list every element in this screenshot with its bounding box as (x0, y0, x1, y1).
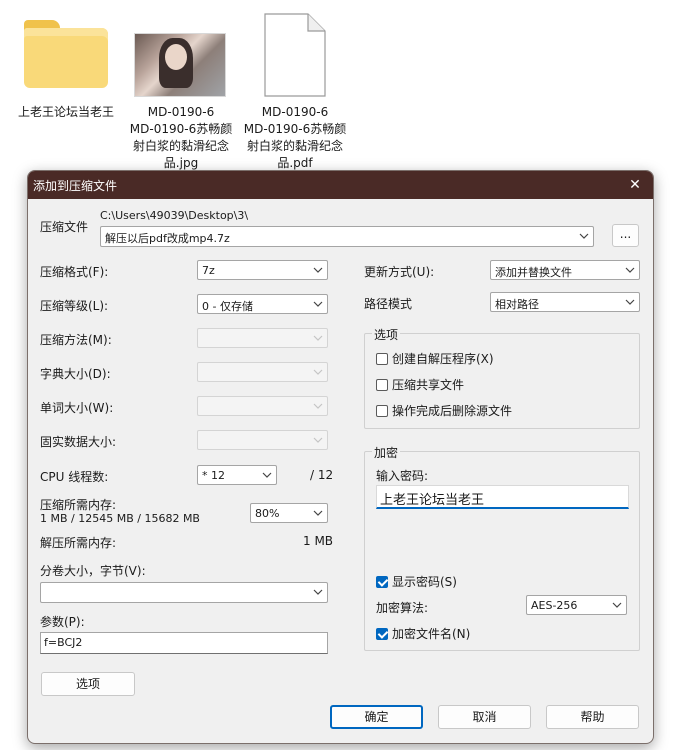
dialog-title: 添加到压缩文件 (33, 179, 118, 193)
close-icon[interactable]: ✕ (625, 175, 645, 195)
method-combo[interactable] (197, 328, 328, 348)
browse-button[interactable]: ... (612, 224, 639, 247)
checkbox-icon (376, 353, 388, 365)
dialog-titlebar: 添加到压缩文件 ✕ (28, 171, 653, 199)
method-label: 压缩方法(M): (40, 333, 112, 347)
cpu-threads-total: / 12 (310, 468, 334, 482)
encryption-method-value: AES-256 (531, 599, 578, 612)
encryption-method-label: 加密算法: (376, 601, 429, 615)
chevron-down-icon (313, 403, 323, 409)
update-mode-value: 添加并替换文件 (495, 266, 572, 279)
chevron-down-icon (262, 472, 272, 478)
cpu-threads-combo[interactable]: * 12 (197, 465, 277, 485)
chevron-down-icon (313, 369, 323, 375)
chevron-down-icon (313, 510, 323, 516)
solid-size-label: 固实数据大小: (40, 435, 117, 449)
options-button[interactable]: 选项 (41, 672, 135, 696)
show-password-label: 显示密码(S) (392, 575, 457, 589)
memory-label: 压缩所需内存: (40, 498, 117, 512)
path-mode-combo[interactable]: 相对路径 (490, 292, 640, 312)
jpg-file-label: MD-0190-6 MD-0190-6苏畅颜射白浆的黏滑纪念品.jpg (129, 105, 233, 170)
encryption-group-title: 加密 (372, 444, 401, 461)
path-mode-label: 路径模式 (364, 297, 413, 311)
show-password-checkbox[interactable]: 显示密码(S) (376, 573, 457, 590)
checkbox-checked-icon (376, 576, 388, 588)
cpu-threads-value: * 12 (202, 469, 225, 482)
chevron-down-icon (625, 299, 635, 305)
memory-percent-value: 80% (255, 507, 280, 520)
decompress-memory-label: 解压所需内存: (40, 536, 117, 550)
add-to-archive-dialog: 添加到压缩文件 ✕ 压缩文件 C:\Users\49039\Desktop\3\… (27, 170, 654, 744)
ok-button[interactable]: 确定 (330, 705, 423, 729)
chevron-down-icon (612, 602, 622, 608)
chevron-down-icon (579, 233, 589, 239)
solid-size-combo[interactable] (197, 430, 328, 450)
dict-size-label: 字典大小(D): (40, 367, 111, 381)
memory-percent-combo[interactable]: 80% (250, 503, 328, 523)
encrypt-names-label: 加密文件名(N) (392, 627, 471, 641)
delete-source-checkbox[interactable]: 操作完成后删除源文件 (376, 402, 512, 419)
params-label: 参数(P): (40, 615, 85, 629)
decompress-memory-value: 1 MB (303, 534, 334, 548)
archive-path: C:\Users\49039\Desktop\3\ (100, 209, 249, 222)
dict-size-combo[interactable] (197, 362, 328, 382)
update-mode-combo[interactable]: 添加并替换文件 (490, 260, 640, 280)
chevron-down-icon (313, 589, 323, 595)
folder-icon (24, 20, 108, 88)
create-sfx-checkbox[interactable]: 创建自解压程序(X) (376, 350, 494, 367)
help-button[interactable]: 帮助 (546, 705, 639, 729)
compress-shared-checkbox[interactable]: 压缩共享文件 (376, 376, 464, 393)
pdf-file-label: MD-0190-6 MD-0190-6苏畅颜射白浆的黏滑纪念品.pdf (243, 105, 347, 170)
chevron-down-icon (313, 301, 323, 307)
level-value: 0 - 仅存储 (202, 300, 253, 313)
delete-source-label: 操作完成后删除源文件 (392, 404, 513, 418)
options-group-title: 选项 (372, 326, 401, 343)
chevron-down-icon (313, 437, 323, 443)
checkbox-icon (376, 405, 388, 417)
split-size-combo[interactable] (40, 582, 328, 603)
format-value: 7z (202, 264, 215, 277)
archive-name-combo[interactable]: 解压以后pdf改成mp4.7z (100, 226, 594, 247)
cancel-button[interactable]: 取消 (438, 705, 531, 729)
chevron-down-icon (313, 335, 323, 341)
memory-detail: 1 MB / 12545 MB / 15682 MB (40, 512, 200, 525)
create-sfx-label: 创建自解压程序(X) (392, 352, 494, 366)
checkbox-icon (376, 379, 388, 391)
password-label: 输入密码: (376, 469, 429, 483)
archive-label: 压缩文件 (40, 220, 89, 234)
encrypt-names-checkbox[interactable]: 加密文件名(N) (376, 625, 470, 642)
format-combo[interactable]: 7z (197, 260, 328, 280)
image-thumbnail (134, 33, 226, 97)
checkbox-checked-icon (376, 628, 388, 640)
path-mode-value: 相对路径 (495, 298, 539, 311)
compress-shared-label: 压缩共享文件 (392, 378, 465, 392)
level-label: 压缩等级(L): (40, 299, 109, 313)
format-label: 压缩格式(F): (40, 265, 109, 279)
level-combo[interactable]: 0 - 仅存储 (197, 294, 328, 314)
encryption-method-combo[interactable]: AES-256 (526, 595, 627, 615)
chevron-down-icon (313, 267, 323, 273)
password-input[interactable]: 上老王论坛当老王 (376, 485, 629, 509)
update-mode-label: 更新方式(U): (364, 265, 435, 279)
split-size-label: 分卷大小，字节(V): (40, 564, 146, 578)
document-icon (264, 13, 326, 97)
cpu-threads-label: CPU 线程数: (40, 470, 109, 484)
params-input[interactable]: f=BCJ2 (40, 632, 328, 654)
word-size-label: 单词大小(W): (40, 401, 114, 415)
word-size-combo[interactable] (197, 396, 328, 416)
archive-name-value: 解压以后pdf改成mp4.7z (105, 232, 230, 245)
folder-label: 上老王论坛当老王 (17, 105, 114, 119)
chevron-down-icon (625, 267, 635, 273)
